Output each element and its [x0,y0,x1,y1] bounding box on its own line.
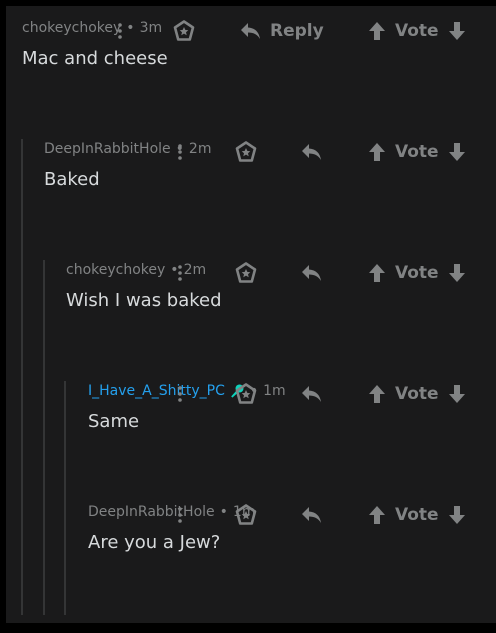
upvote-arrow-icon[interactable] [368,21,386,41]
meta-separator: • [219,504,228,520]
comment-body: Same [88,411,140,432]
reply-button[interactable] [301,502,323,528]
reply-label: Reply [270,21,324,41]
award-button[interactable] [234,260,258,286]
vote-controls: Vote [368,381,466,407]
award-button[interactable] [234,381,258,407]
upvote-arrow-icon[interactable] [368,505,386,525]
reply-button[interactable]: Reply [240,18,324,44]
more-options-button[interactable] [169,260,191,286]
vote-label: Vote [395,142,439,162]
vote-controls: Vote [368,18,466,44]
vote-label: Vote [395,384,439,404]
downvote-arrow-icon[interactable] [448,384,466,404]
vote-label: Vote [395,505,439,525]
award-button[interactable] [234,502,258,528]
more-options-icon [178,507,182,523]
downvote-arrow-icon[interactable] [448,142,466,162]
reply-arrow-icon [302,386,321,402]
reply-arrow-icon [302,265,321,281]
reply-arrow-icon [302,507,321,523]
reply-button[interactable] [301,139,323,165]
more-options-icon [178,144,182,160]
reply-arrow-icon [241,23,260,39]
comment-author[interactable]: chokeychokey [22,20,121,36]
more-options-button[interactable] [169,139,191,165]
award-button[interactable] [234,139,258,165]
vote-controls: Vote [368,260,466,286]
comment-body: Are you a Jew? [88,532,221,553]
reply-button[interactable] [301,260,323,286]
award-icon [235,504,257,525]
award-button[interactable] [172,18,196,44]
vote-label: Vote [395,21,439,41]
award-icon [173,20,195,41]
downvote-arrow-icon[interactable] [448,263,466,283]
comment-body: Mac and cheese [22,48,168,69]
more-options-button[interactable] [169,381,191,407]
comment: DeepInRabbitHole • 2m Baked Vote [6,139,496,257]
comment: DeepInRabbitHole • 1m Are you a Jew? Vot… [6,502,496,620]
more-options-icon [178,386,182,402]
vote-controls: Vote [368,139,466,165]
comment-body: Wish I was baked [66,290,222,311]
vote-label: Vote [395,263,439,283]
more-options-button[interactable] [169,502,191,528]
comment-body: Baked [44,169,100,190]
more-options-icon [118,23,122,39]
comment-author[interactable]: I_Have_A_Shitty_PC [88,383,225,399]
reply-button[interactable] [301,381,323,407]
vote-controls: Vote [368,502,466,528]
comment: chokeychokey • 3m Mac and cheese Reply V… [6,18,496,136]
comment-author[interactable]: chokeychokey [66,262,165,278]
award-icon [235,383,257,404]
comment-timestamp[interactable]: 3m [140,20,163,36]
upvote-arrow-icon[interactable] [368,384,386,404]
comment-thread: chokeychokey • 3m Mac and cheese Reply V… [6,6,496,623]
comment-timestamp[interactable]: 2m [189,141,212,157]
reply-arrow-icon [302,144,321,160]
award-icon [235,262,257,283]
downvote-arrow-icon[interactable] [448,505,466,525]
comment-timestamp[interactable]: 1m [263,383,286,399]
award-icon [235,141,257,162]
comment: chokeychokey • 2m Wish I was baked Vote [6,260,496,378]
more-options-button[interactable] [109,18,131,44]
upvote-arrow-icon[interactable] [368,142,386,162]
comment-author[interactable]: DeepInRabbitHole [44,141,171,157]
comment-meta: chokeychokey • 3m [22,18,162,38]
downvote-arrow-icon[interactable] [448,21,466,41]
comment-author[interactable]: DeepInRabbitHole [88,504,215,520]
more-options-icon [178,265,182,281]
comment: I_Have_A_Shitty_PC • 1m Same Vote [6,381,496,499]
upvote-arrow-icon[interactable] [368,263,386,283]
